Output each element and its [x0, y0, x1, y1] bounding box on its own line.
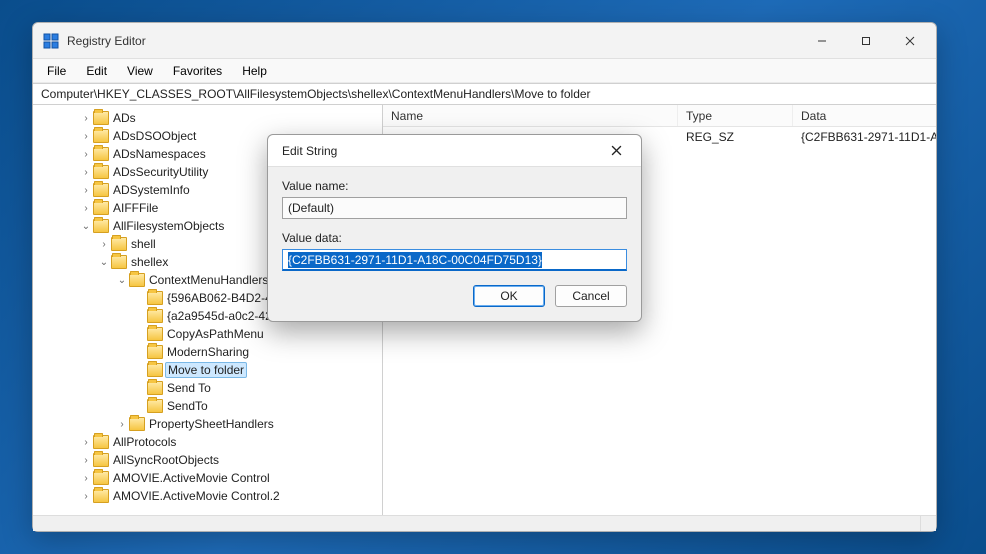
folder-icon: [93, 489, 109, 503]
chevron-right-icon[interactable]: ›: [79, 167, 93, 178]
folder-icon: [147, 363, 163, 377]
chevron-right-icon[interactable]: ›: [79, 473, 93, 484]
value-name-label: Value name:: [282, 179, 627, 193]
folder-icon: [93, 201, 109, 215]
maximize-button[interactable]: [844, 26, 888, 56]
folder-icon: [147, 291, 163, 305]
folder-icon: [147, 327, 163, 341]
tree-item[interactable]: ModernSharing: [167, 345, 249, 359]
tree-item[interactable]: AllFilesystemObjects: [113, 219, 224, 233]
tree-item[interactable]: AllProtocols: [113, 435, 176, 449]
list-header: Name Type Data: [383, 105, 936, 127]
cell-type: REG_SZ: [678, 130, 793, 144]
folder-icon: [147, 309, 163, 323]
ok-button[interactable]: OK: [473, 285, 545, 307]
window-title: Registry Editor: [67, 34, 800, 48]
menu-file[interactable]: File: [39, 61, 74, 81]
folder-icon: [93, 471, 109, 485]
minimize-button[interactable]: [800, 26, 844, 56]
tree-item[interactable]: PropertySheetHandlers: [149, 417, 274, 431]
menu-help[interactable]: Help: [234, 61, 275, 81]
folder-icon: [93, 147, 109, 161]
folder-icon: [129, 273, 145, 287]
tree-item[interactable]: shell: [131, 237, 156, 251]
menu-favorites[interactable]: Favorites: [165, 61, 230, 81]
folder-icon: [93, 111, 109, 125]
selected-text: {C2FBB631-2971-11D1-A18C-00C04FD75D13}: [288, 252, 542, 268]
chevron-right-icon[interactable]: ›: [79, 113, 93, 124]
chevron-right-icon[interactable]: ›: [79, 131, 93, 142]
cell-data: {C2FBB631-2971-11D1-A: [793, 130, 936, 144]
tree-item[interactable]: ADsDSOObject: [113, 129, 196, 143]
menu-view[interactable]: View: [119, 61, 161, 81]
tree-item-selected[interactable]: Move to folder: [165, 362, 247, 378]
menu-edit[interactable]: Edit: [78, 61, 115, 81]
tree-item[interactable]: SendTo: [167, 399, 208, 413]
value-name-input[interactable]: (Default): [282, 197, 627, 219]
address-text: Computer\HKEY_CLASSES_ROOT\AllFilesystem…: [41, 87, 591, 101]
column-type[interactable]: Type: [678, 105, 793, 126]
tree-item[interactable]: ADsNamespaces: [113, 147, 206, 161]
folder-icon: [93, 219, 109, 233]
tree-item[interactable]: AllSyncRootObjects: [113, 453, 219, 467]
chevron-right-icon[interactable]: ›: [79, 149, 93, 160]
dialog-titlebar[interactable]: Edit String: [268, 135, 641, 167]
edit-string-dialog: Edit String Value name: (Default) Value …: [267, 134, 642, 322]
folder-icon: [93, 183, 109, 197]
dialog-close-button[interactable]: [597, 137, 635, 165]
column-data[interactable]: Data: [793, 105, 936, 126]
folder-icon: [93, 453, 109, 467]
tree-item[interactable]: ADsSecurityUtility: [113, 165, 208, 179]
close-button[interactable]: [888, 26, 932, 56]
folder-icon: [93, 129, 109, 143]
folder-icon: [147, 345, 163, 359]
folder-icon: [129, 417, 145, 431]
value-data-label: Value data:: [282, 231, 627, 245]
tree-item[interactable]: ADs: [113, 111, 136, 125]
chevron-right-icon[interactable]: ›: [97, 239, 111, 250]
tree-item[interactable]: CopyAsPathMenu: [167, 327, 264, 341]
tree-item[interactable]: ADSystemInfo: [113, 183, 190, 197]
folder-icon: [93, 435, 109, 449]
value-data-input[interactable]: {C2FBB631-2971-11D1-A18C-00C04FD75D13}: [282, 249, 627, 271]
tree-item[interactable]: AMOVIE.ActiveMovie Control: [113, 471, 270, 485]
app-icon: [43, 33, 59, 49]
tree-item[interactable]: AIFFFile: [113, 201, 158, 215]
menubar: File Edit View Favorites Help: [33, 59, 936, 83]
folder-icon: [111, 255, 127, 269]
chevron-down-icon[interactable]: ⌄: [115, 275, 129, 286]
chevron-right-icon[interactable]: ›: [79, 203, 93, 214]
tree-item[interactable]: ContextMenuHandlers: [149, 273, 268, 287]
folder-icon: [93, 165, 109, 179]
chevron-down-icon[interactable]: ⌄: [79, 221, 93, 232]
cancel-button[interactable]: Cancel: [555, 285, 627, 307]
chevron-right-icon[interactable]: ›: [115, 419, 129, 430]
tree-item[interactable]: AMOVIE.ActiveMovie Control.2: [113, 489, 280, 503]
address-bar[interactable]: Computer\HKEY_CLASSES_ROOT\AllFilesystem…: [33, 83, 936, 105]
column-name[interactable]: Name: [383, 105, 678, 126]
folder-icon: [111, 237, 127, 251]
chevron-right-icon[interactable]: ›: [79, 185, 93, 196]
tree-item[interactable]: shellex: [131, 255, 168, 269]
tree-item[interactable]: Send To: [167, 381, 211, 395]
chevron-right-icon[interactable]: ›: [79, 437, 93, 448]
dialog-title: Edit String: [282, 144, 337, 158]
chevron-right-icon[interactable]: ›: [79, 455, 93, 466]
folder-icon: [147, 399, 163, 413]
horizontal-scrollbar[interactable]: [33, 515, 936, 531]
chevron-down-icon[interactable]: ⌄: [97, 257, 111, 268]
folder-icon: [147, 381, 163, 395]
titlebar[interactable]: Registry Editor: [33, 23, 936, 59]
chevron-right-icon[interactable]: ›: [79, 491, 93, 502]
